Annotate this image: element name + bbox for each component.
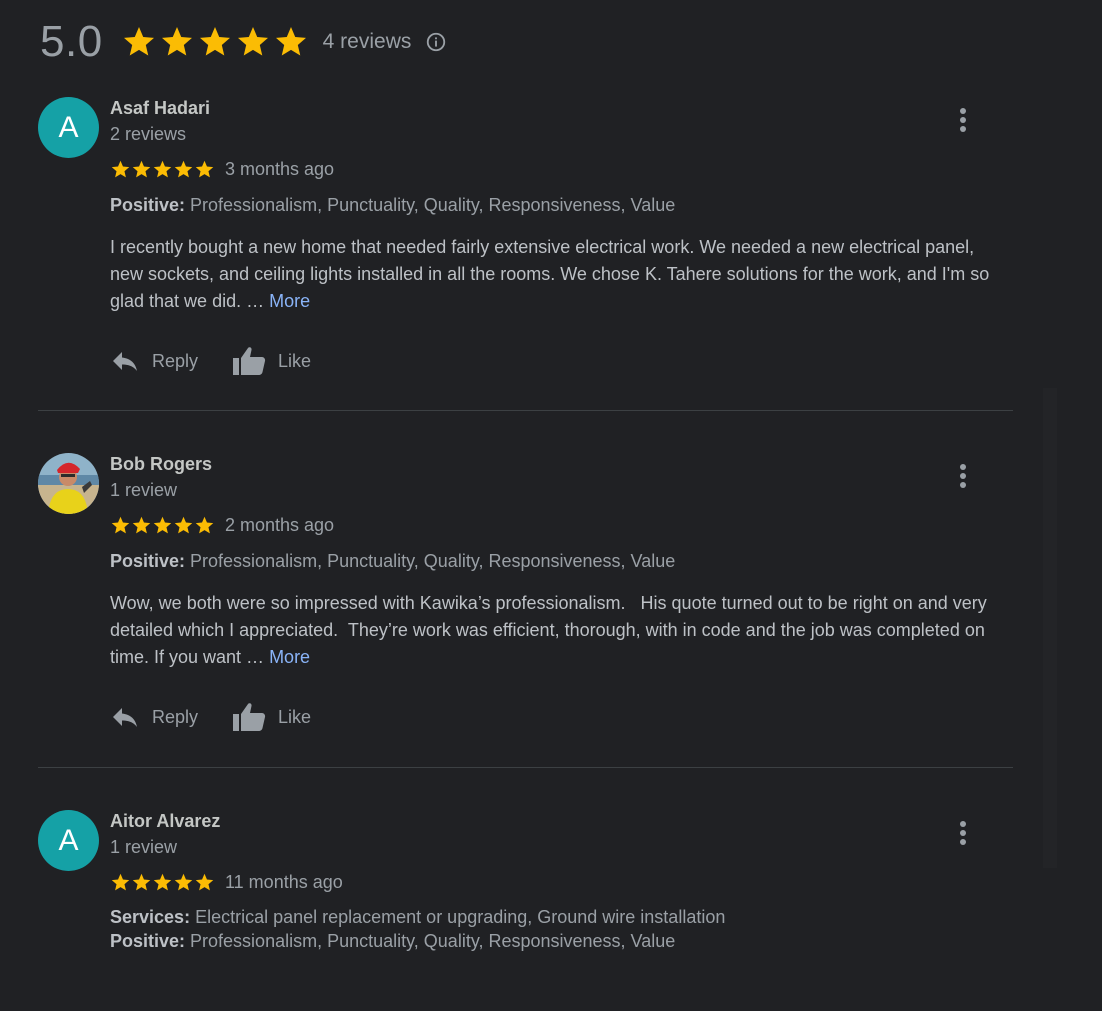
avatar-letter: A: [58, 110, 79, 144]
attribute-label: Positive:: [110, 195, 186, 215]
review-stars: [110, 159, 215, 180]
rating-summary: 5.0 4 reviews: [40, 14, 447, 70]
reviewer-review-count: 2 reviews: [110, 124, 187, 144]
star-icon: [110, 872, 131, 893]
star-icon: [173, 872, 194, 893]
reply-icon: [110, 349, 140, 373]
thumbs-up-icon: [232, 345, 266, 377]
star-icon: [273, 24, 309, 60]
star-icon: [121, 24, 157, 60]
review-rating: 2 months ago: [110, 514, 1000, 536]
review-date: 11 months ago: [225, 871, 343, 892]
star-icon: [194, 515, 215, 536]
star-icon: [110, 159, 131, 180]
star-icon: [173, 515, 194, 536]
review-stars: [110, 872, 215, 893]
review-date: 2 months ago: [225, 514, 335, 535]
star-icon: [159, 24, 195, 60]
review-text-content: I recently bought a new home that needed…: [110, 237, 995, 311]
like-button[interactable]: Like: [232, 345, 311, 377]
star-icon: [152, 159, 173, 180]
attribute-value: Professionalism, Punctuality, Quality, R…: [185, 931, 676, 951]
avatar[interactable]: A: [38, 97, 99, 158]
review-stars: [110, 515, 215, 536]
attribute-value: Electrical panel replacement or upgradin…: [190, 907, 726, 927]
review-attributes: Services: Electrical panel replacement o…: [110, 905, 1000, 929]
reply-label: Reply: [152, 350, 199, 371]
review-attributes: Positive: Professionalism, Punctuality, …: [110, 929, 1000, 953]
reviewer-review-count: 1 review: [110, 480, 178, 500]
reply-icon: [110, 705, 140, 729]
attribute-value: Professionalism, Punctuality, Quality, R…: [185, 551, 676, 571]
review-text: Wow, we both were so impressed with Kawi…: [110, 590, 1000, 671]
review-attributes: Positive: Professionalism, Punctuality, …: [110, 193, 1000, 217]
star-icon: [152, 872, 173, 893]
more-options-icon[interactable]: [953, 461, 973, 491]
info-icon[interactable]: [425, 31, 447, 53]
star-icon: [235, 24, 271, 60]
thumbs-up-icon: [232, 701, 266, 733]
reply-label: Reply: [152, 706, 199, 727]
review-text-content: Wow, we both were so impressed with Kawi…: [110, 593, 992, 667]
average-rating: 5.0: [40, 17, 103, 66]
review-actions: Reply Like: [110, 699, 1000, 735]
reviewer-name[interactable]: Bob Rogers: [110, 453, 1000, 475]
summary-stars: [121, 24, 309, 60]
review-date: 3 months ago: [225, 158, 335, 179]
star-icon: [173, 159, 194, 180]
reviewer-name[interactable]: Asaf Hadari: [110, 97, 1000, 119]
reply-button[interactable]: Reply: [110, 349, 198, 373]
more-link[interactable]: More: [269, 647, 310, 667]
like-label: Like: [278, 350, 312, 371]
reply-button[interactable]: Reply: [110, 705, 198, 729]
review-text: I recently bought a new home that needed…: [110, 234, 1000, 315]
like-label: Like: [278, 706, 312, 727]
avatar-letter: A: [58, 823, 79, 857]
review-rating: 3 months ago: [110, 158, 1000, 180]
star-icon: [152, 515, 173, 536]
star-icon: [194, 872, 215, 893]
avatar[interactable]: A: [38, 810, 99, 871]
review-divider: [38, 767, 1013, 768]
scrollbar[interactable]: [1043, 388, 1057, 868]
review-divider: [38, 410, 1013, 411]
reviewer-name[interactable]: Aitor Alvarez: [110, 810, 1000, 832]
reviewer-review-count: 1 review: [110, 837, 178, 857]
like-button[interactable]: Like: [232, 701, 311, 733]
attribute-value: Professionalism, Punctuality, Quality, R…: [185, 195, 676, 215]
star-icon: [110, 515, 131, 536]
review-rating: 11 months ago: [110, 871, 1000, 893]
review-actions: Reply Like: [110, 343, 1000, 379]
more-link[interactable]: More: [269, 291, 310, 311]
star-icon: [131, 159, 152, 180]
attribute-label: Services:: [110, 907, 191, 927]
star-icon: [197, 24, 233, 60]
attribute-label: Positive:: [110, 551, 186, 571]
star-icon: [131, 515, 152, 536]
star-icon: [131, 872, 152, 893]
avatar[interactable]: [38, 453, 99, 514]
star-icon: [194, 159, 215, 180]
review-count[interactable]: 4 reviews: [323, 30, 412, 54]
more-options-icon[interactable]: [953, 818, 973, 848]
more-options-icon[interactable]: [953, 105, 973, 135]
review-attributes: Positive: Professionalism, Punctuality, …: [110, 549, 1000, 573]
attribute-label: Positive:: [110, 931, 186, 951]
